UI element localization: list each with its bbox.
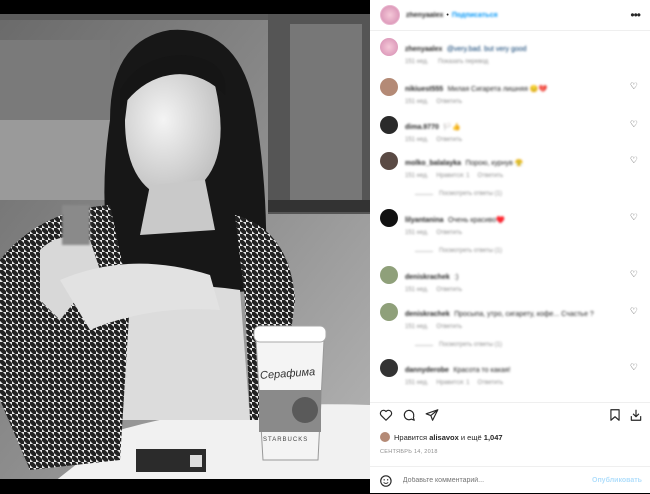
likes-count[interactable]: 1,047 [484, 433, 503, 442]
like-heart-icon[interactable]: ♡ [630, 306, 638, 317]
comment-text: Красота то какая! [453, 367, 511, 374]
emoji-icon[interactable] [379, 474, 393, 488]
like-heart-icon[interactable]: ♡ [630, 155, 638, 166]
caption: zhenyaalex @very.bad. but very good 151 … [380, 38, 642, 65]
author-avatar[interactable] [380, 5, 400, 25]
caption-username[interactable]: zhenyaalex [405, 46, 442, 53]
comment-text: Просыпа, утро, сигарету, кофе... Счастье… [454, 311, 594, 318]
comment-username[interactable]: dima.9770 [405, 124, 439, 131]
comment-text: :) [454, 274, 459, 281]
share-send-icon[interactable] [425, 408, 439, 422]
comment-username[interactable]: deniskrachek [405, 274, 450, 281]
reply-link[interactable]: Ответить [436, 324, 462, 330]
post-header: zhenyaalex • Подписаться ••• [370, 0, 650, 31]
view-replies-link[interactable]: Посмотреть ответы (1) [439, 191, 502, 197]
comment-avatar[interactable] [380, 152, 398, 170]
download-icon[interactable] [629, 408, 643, 422]
more-options-icon[interactable]: ••• [630, 8, 641, 22]
likes-summary: Нравится alisavox и ещё 1,047 [380, 432, 503, 442]
comment-item: dima.9770 🏳️👍 151 нед. Ответить ♡ [380, 116, 642, 143]
like-heart-icon[interactable]: ♡ [630, 119, 638, 130]
like-heart-icon[interactable]: ♡ [630, 212, 638, 223]
reply-link[interactable]: Ответить [478, 380, 504, 386]
comment-text: Очень красиво♥️ [447, 217, 505, 224]
action-bar [370, 402, 650, 427]
comment-text: Порою, курнув 😤 [465, 160, 524, 167]
caption-time: 151 нед. [405, 59, 429, 65]
bookmark-save-icon[interactable] [608, 408, 622, 422]
comment-time: 151 нед. [405, 230, 429, 236]
like-heart-icon[interactable] [379, 408, 393, 422]
like-heart-icon[interactable]: ♡ [630, 81, 638, 92]
comment-username[interactable]: lilyantanina [405, 217, 444, 224]
follow-button[interactable]: Подписаться [452, 12, 498, 19]
comment-username[interactable]: dannyderobe [405, 367, 449, 374]
dot-separator: • [446, 11, 449, 19]
comment-time: 151 нед. [405, 137, 429, 143]
comment-avatar[interactable] [380, 78, 398, 96]
comment-time: 151 нед. [405, 287, 429, 293]
comment-item: deniskrachek Просыпа, утро, сигарету, ко… [380, 303, 642, 348]
post-date: СЕНТЯБРЬ 14, 2018 [380, 449, 438, 455]
reply-link[interactable]: Ответить [436, 230, 462, 236]
comment-item: nikiuest555 Милая Сигарета лишняя 😔💔 151… [380, 78, 642, 105]
comment-bubble-icon[interactable] [402, 408, 416, 422]
reply-link[interactable]: Ответить [436, 137, 462, 143]
comment-username[interactable]: deniskrachek [405, 311, 450, 318]
comment-box: Опубликовать [370, 466, 650, 494]
comment-text: 🏳️👍 [443, 124, 461, 131]
comment-item: dannyderobe Красота то какая! 151 нед. Нр… [380, 359, 642, 386]
caption-text: @very.bad. but very good [446, 46, 527, 53]
likes-suffix: и ещё [460, 432, 482, 442]
view-replies-link[interactable]: Посмотреть ответы (1) [439, 342, 502, 348]
comment-item: molko_balalayka Порою, курнув 😤 151 нед.… [380, 152, 642, 197]
comment-avatar[interactable] [380, 266, 398, 284]
author-username[interactable]: zhenyaalex [406, 12, 443, 19]
photo-illustration [0, 0, 370, 493]
reply-link[interactable]: Ответить [436, 99, 462, 105]
comment-username[interactable]: nikiuest555 [405, 86, 443, 93]
comment-time: 151 нед. [405, 173, 429, 179]
post-photo[interactable]: Серафима STARBUCKS [0, 0, 370, 493]
reply-link[interactable]: Ответить [436, 287, 462, 293]
comment-avatar[interactable] [380, 116, 398, 134]
translate-link[interactable]: Показать перевод [438, 59, 488, 65]
comment-time: 151 нед. [405, 380, 429, 386]
comment-avatar[interactable] [380, 209, 398, 227]
comment-item: lilyantanina Очень красиво♥️ 151 нед. Отв… [380, 209, 642, 254]
comment-time: 151 нед. [405, 99, 429, 105]
post-side-panel: zhenyaalex • Подписаться ••• zhenyaalex … [370, 0, 650, 493]
post-comment-button[interactable]: Опубликовать [592, 477, 642, 484]
caption-avatar[interactable] [380, 38, 398, 56]
comment-username[interactable]: molko_balalayka [405, 160, 461, 167]
liker-avatar[interactable] [380, 432, 390, 442]
comment-text: Милая Сигарета лишняя 😔💔 [447, 86, 548, 93]
reply-link[interactable]: Ответить [478, 173, 504, 179]
comment-input[interactable] [400, 476, 592, 485]
comment-avatar[interactable] [380, 303, 398, 321]
comment-item: deniskrachek :) 151 нед. Ответить ♡ [380, 266, 642, 293]
cup-brand: STARBUCKS [263, 437, 309, 443]
like-heart-icon[interactable]: ♡ [630, 362, 638, 373]
comment-avatar[interactable] [380, 359, 398, 377]
comment-likes[interactable]: Нравится: 1 [436, 380, 469, 386]
like-heart-icon[interactable]: ♡ [630, 269, 638, 280]
likes-prefix: Нравится [394, 432, 428, 442]
liker-username[interactable]: alisavox [429, 433, 459, 442]
comment-time: 151 нед. [405, 324, 429, 330]
view-replies-link[interactable]: Посмотреть ответы (1) [439, 248, 502, 254]
comment-likes[interactable]: Нравится: 1 [436, 173, 469, 179]
